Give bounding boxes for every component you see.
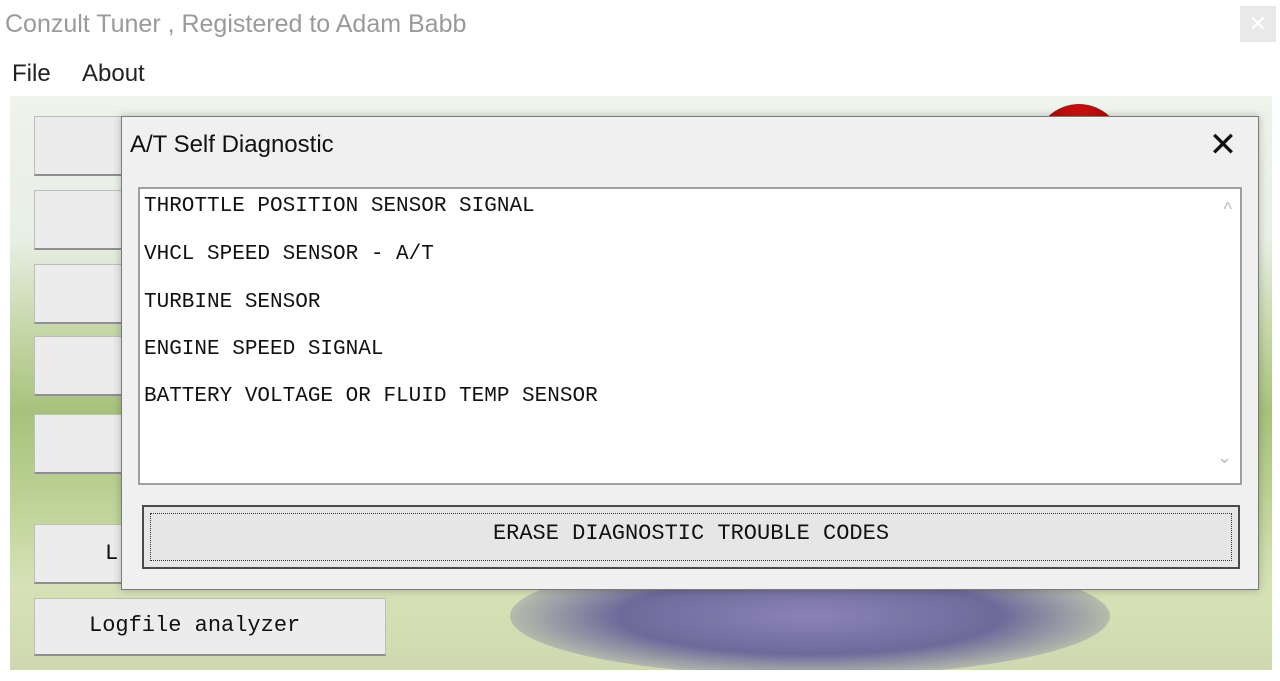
list-item[interactable]: THROTTLE POSITION SENSOR SIGNAL <box>144 195 535 218</box>
close-icon[interactable]: ✕ <box>1202 125 1244 165</box>
at-self-diagnostic-dialog: A/T Self Diagnostic ✕ THROTTLE POSITION … <box>121 116 1259 590</box>
list-item[interactable]: ENGINE SPEED SIGNAL <box>144 338 383 361</box>
chevron-up-icon[interactable]: ^ <box>1224 199 1232 220</box>
erase-dtc-label: ERASE DIAGNOSTIC TROUBLE CODES <box>492 521 890 546</box>
diagnostic-list[interactable]: THROTTLE POSITION SENSOR SIGNAL VHCL SPE… <box>138 187 1242 485</box>
menu-file[interactable]: File <box>12 60 51 88</box>
menu-about[interactable]: About <box>82 60 145 88</box>
main-title: Conzult Tuner , Registered to Adam Babb <box>5 10 467 38</box>
list-item[interactable]: BATTERY VOLTAGE OR FLUID TEMP SENSOR <box>144 385 598 408</box>
logfile-analyzer-label: Logfile analyzer <box>89 613 301 638</box>
list-item[interactable]: TURBINE SENSOR <box>144 291 320 314</box>
chevron-down-icon[interactable]: ⌄ <box>1217 447 1232 468</box>
list-item[interactable]: VHCL SPEED SENSOR - A/T <box>144 243 434 266</box>
menu-bar: File About <box>0 56 1280 92</box>
erase-dtc-button[interactable]: ERASE DIAGNOSTIC TROUBLE CODES <box>142 505 1240 569</box>
main-close-button[interactable]: ✕ <box>1240 6 1276 42</box>
logfile-analyzer-button[interactable]: Logfile analyzer <box>34 598 386 656</box>
dialog-title: A/T Self Diagnostic <box>130 131 334 158</box>
side-button-6-label: L <box>105 541 119 566</box>
list-scrollbar[interactable]: ^ ⌄ <box>1204 189 1240 483</box>
